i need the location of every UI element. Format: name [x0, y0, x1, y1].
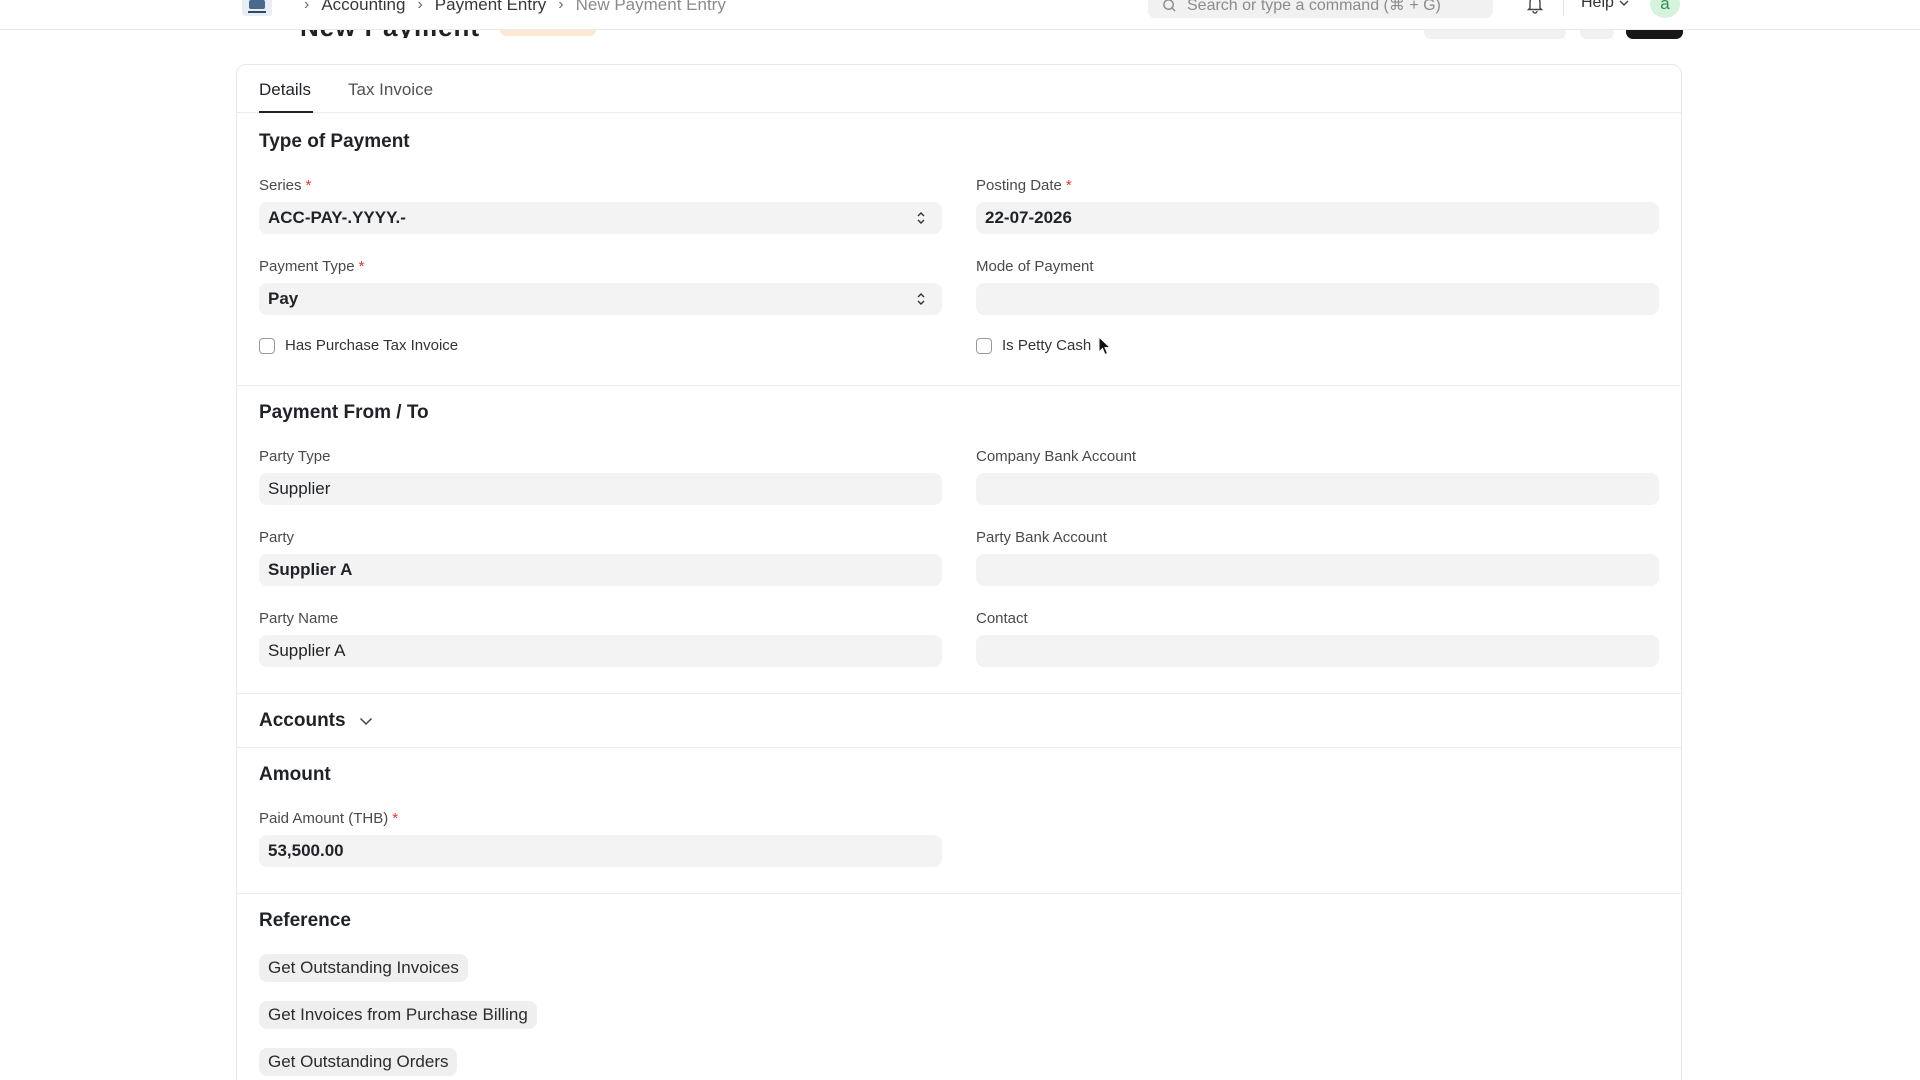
mouse-cursor-icon — [1098, 336, 1112, 356]
status-badge — [500, 30, 596, 36]
page-title: New Payment Entry — [300, 30, 486, 38]
section-divider — [237, 747, 1681, 748]
section-title-reference: Reference — [259, 910, 351, 931]
breadcrumb: › Accounting › Payment Entry › New Payme… — [292, 0, 726, 16]
posting-date-label: Posting Date * — [976, 177, 1072, 194]
paid-amount-field[interactable]: 53,500.00 — [259, 835, 942, 867]
has-purchase-tax-invoice-label: Has Purchase Tax Invoice — [285, 337, 459, 354]
paid-amount-label-text: Paid Amount (THB) — [259, 810, 389, 827]
search-icon — [1163, 0, 1176, 12]
payment-type-label-text: Payment Type — [259, 258, 355, 275]
section-divider — [237, 893, 1681, 894]
posting-date-value: 22-07-2026 — [985, 208, 1072, 227]
party-type-label: Party Type — [259, 448, 331, 465]
section-title-amount: Amount — [259, 764, 331, 785]
company-bank-account-field[interactable] — [976, 473, 1659, 505]
section-divider — [237, 385, 1681, 386]
get-outstanding-invoices-button[interactable]: Get Outstanding Invoices — [259, 954, 468, 982]
breadcrumb-accounting[interactable]: Accounting — [321, 0, 405, 15]
contact-field[interactable] — [976, 635, 1659, 667]
page-title-text: New Payment Entry — [300, 30, 486, 38]
series-label-text: Series — [259, 177, 302, 194]
is-petty-cash-checkbox[interactable] — [976, 337, 992, 354]
app-logo[interactable] — [242, 0, 272, 16]
required-marker: * — [305, 177, 312, 194]
active-tab-indicator — [259, 111, 313, 113]
tab-tax-invoice[interactable]: Tax Invoice — [348, 80, 433, 100]
required-marker: * — [358, 258, 365, 275]
search-input[interactable]: Search or type a command (⌘ + G) — [1148, 0, 1493, 18]
top-navbar: › Accounting › Payment Entry › New Payme… — [0, 0, 1920, 30]
has-purchase-tax-invoice-checkbox[interactable] — [259, 337, 275, 354]
posting-date-label-text: Posting Date — [976, 177, 1062, 194]
section-divider — [237, 693, 1681, 694]
is-petty-cash-checkbox-row[interactable]: Is Petty Cash — [976, 337, 1091, 354]
tab-details[interactable]: Details — [259, 80, 311, 100]
search-placeholder: Search or type a command (⌘ + G) — [1187, 0, 1441, 14]
get-invoices-from-purchase-billing-button[interactable]: Get Invoices from Purchase Billing — [259, 1001, 537, 1029]
header-menu-button[interactable] — [1580, 30, 1614, 39]
chevron-down-icon — [1619, 0, 1629, 6]
is-petty-cash-label: Is Petty Cash — [1002, 337, 1092, 354]
has-purchase-tax-invoice-checkbox-row[interactable]: Has Purchase Tax Invoice — [259, 337, 458, 354]
party-name-field[interactable]: Supplier A — [259, 635, 942, 667]
bell-icon[interactable] — [1526, 0, 1544, 14]
required-marker: * — [1065, 177, 1072, 194]
mode-of-payment-label: Mode of Payment — [976, 258, 1094, 275]
help-label: Help — [1581, 0, 1614, 11]
form-card: Details Tax Invoice Type of Payment Seri… — [236, 64, 1682, 1080]
select-arrows-icon — [917, 212, 925, 224]
party-field[interactable]: Supplier A — [259, 554, 942, 586]
series-select[interactable]: ACC-PAY-.YYYY.- — [259, 202, 942, 234]
help-menu[interactable]: Help — [1581, 0, 1629, 12]
party-value: Supplier A — [268, 560, 353, 579]
party-bank-account-label: Party Bank Account — [976, 529, 1107, 546]
party-label: Party — [259, 529, 295, 546]
accounts-title-text: Accounts — [259, 710, 346, 731]
section-title-payment-from-to: Payment From / To — [259, 402, 429, 423]
company-bank-account-label: Company Bank Account — [976, 448, 1137, 465]
section-title-type-of-payment: Type of Payment — [259, 131, 410, 152]
form-tabs: Details Tax Invoice — [237, 65, 1681, 113]
select-arrows-icon — [917, 293, 925, 305]
chevron-right-icon: › — [417, 0, 423, 13]
series-label: Series * — [259, 177, 311, 194]
payment-type-value: Pay — [268, 289, 299, 308]
posting-date-field[interactable]: 22-07-2026 — [976, 202, 1659, 234]
get-outstanding-orders-button[interactable]: Get Outstanding Orders — [259, 1048, 458, 1076]
mode-of-payment-field[interactable] — [976, 283, 1659, 315]
party-type-value: Supplier — [268, 479, 331, 498]
payment-type-select[interactable]: Pay — [259, 283, 942, 315]
party-name-label: Party Name — [259, 610, 339, 627]
party-name-value: Supplier A — [268, 641, 346, 660]
section-title-accounts[interactable]: Accounts — [259, 710, 346, 732]
chevron-right-icon: › — [558, 0, 564, 13]
paid-amount-label: Paid Amount (THB) * — [259, 810, 398, 827]
breadcrumb-new-payment-entry: New Payment Entry — [575, 0, 726, 14]
party-type-field[interactable]: Supplier — [259, 473, 942, 505]
header-action-button[interactable] — [1424, 30, 1566, 39]
required-marker: * — [392, 810, 399, 827]
contact-label: Contact — [976, 610, 1028, 627]
paid-amount-value: 53,500.00 — [268, 841, 344, 860]
payment-type-label: Payment Type * — [259, 258, 364, 275]
avatar[interactable]: a — [1650, 0, 1680, 18]
chevron-right-icon: › — [304, 0, 310, 13]
series-value: ACC-PAY-.YYYY.- — [268, 208, 406, 227]
breadcrumb-payment-entry[interactable]: Payment Entry — [435, 0, 547, 15]
navbar-divider — [1563, 0, 1564, 16]
party-bank-account-field[interactable] — [976, 554, 1659, 586]
save-button[interactable] — [1626, 30, 1683, 39]
chevron-down-icon[interactable] — [359, 717, 373, 726]
